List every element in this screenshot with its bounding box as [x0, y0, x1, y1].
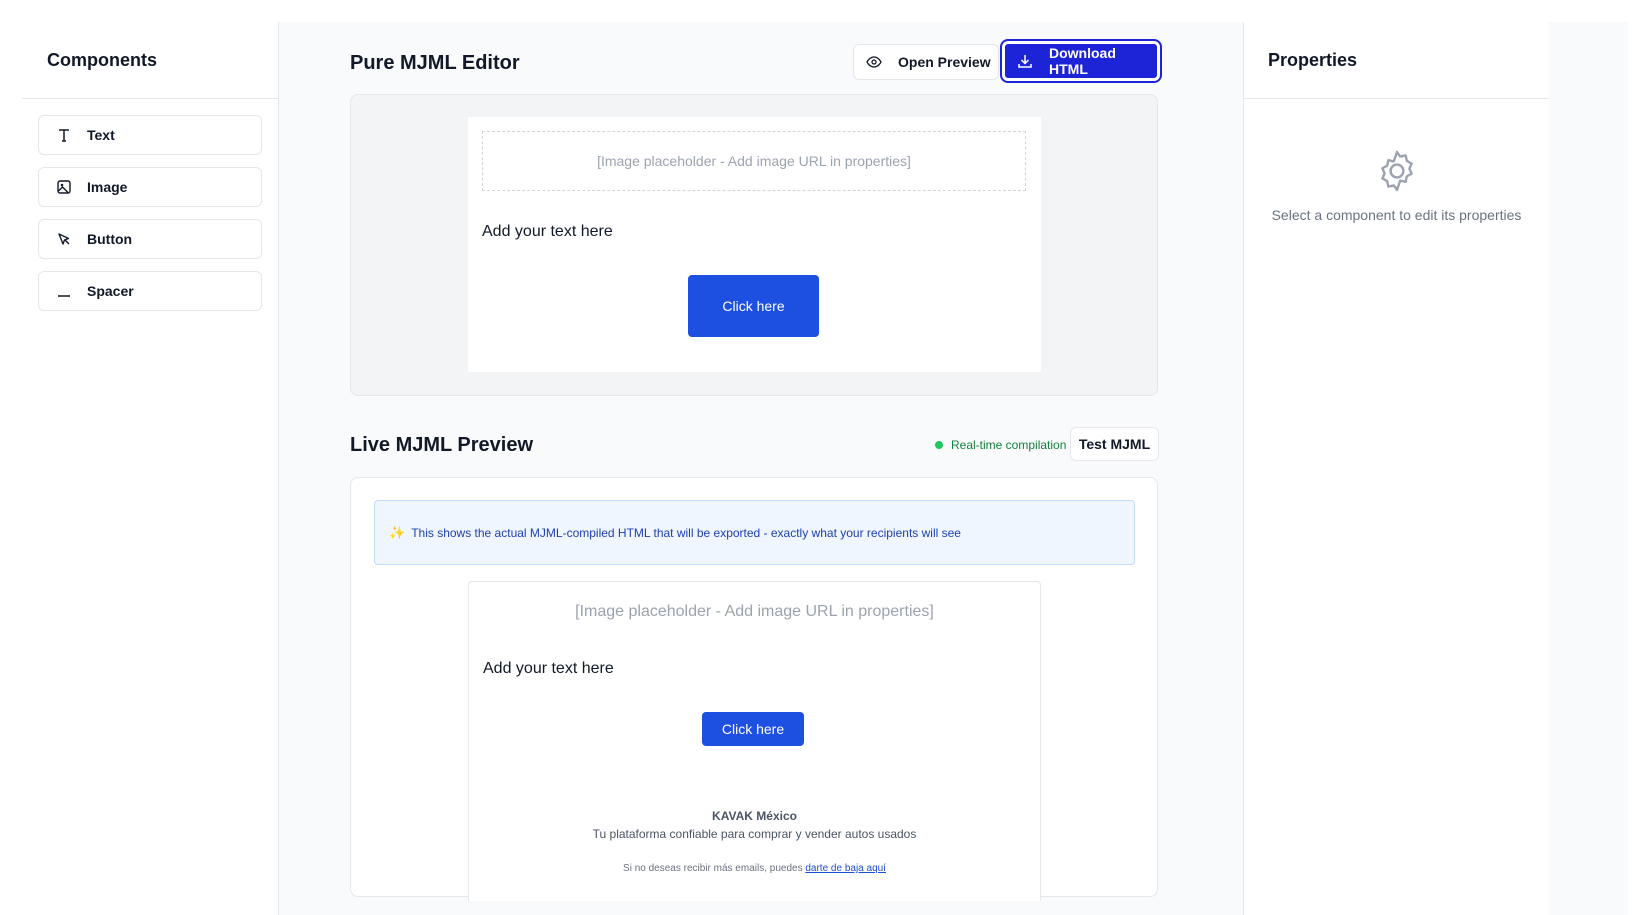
open-preview-button[interactable]: Open Preview — [853, 44, 999, 80]
download-html-label: Download HTML — [1049, 45, 1116, 77]
download-html-button[interactable]: Download HTML — [1000, 39, 1162, 83]
spacer-icon — [55, 282, 73, 300]
properties-empty-state: Select a component to edit its propertie… — [1244, 99, 1549, 223]
live-text-block: Add your text here — [483, 660, 614, 677]
status-text: Real-time compilation — [951, 438, 1067, 452]
component-button[interactable]: Button — [38, 219, 262, 259]
live-preview-card: ✨ This shows the actual MJML-compiled HT… — [350, 477, 1158, 901]
text-icon — [55, 126, 73, 144]
component-spacer-label: Spacer — [87, 283, 134, 299]
unsubscribe-link[interactable]: darte de baja aquí — [805, 863, 886, 874]
properties-title: Properties — [1244, 22, 1549, 99]
sparkles-icon: ✨ — [389, 524, 406, 540]
footer-tagline: Tu plataforma confiable para comprar y v… — [592, 827, 917, 841]
live-preview-title: Live MJML Preview — [350, 434, 534, 456]
editor-click-button[interactable]: Click here — [688, 275, 819, 337]
main-area: Pure MJML Editor Open Preview Download H… — [279, 22, 1308, 915]
cursor-icon — [55, 230, 73, 248]
compilation-status: Real-time compilation — [935, 438, 1066, 452]
editor-email-body: [Image placeholder - Add image URL in pr… — [468, 117, 1041, 372]
status-dot-icon — [935, 441, 943, 449]
properties-panel: Properties Select a component to edit it… — [1243, 22, 1549, 915]
components-sidebar: Components Text Image Button Spacer — [22, 22, 279, 915]
component-image[interactable]: Image — [38, 167, 262, 207]
footer-unsubscribe: Si no deseas recibir más emails, puedes … — [469, 863, 1040, 874]
editor-canvas: [Image placeholder - Add image URL in pr… — [350, 94, 1158, 396]
info-notice: ✨ This shows the actual MJML-compiled HT… — [374, 500, 1135, 565]
editor-title: Pure MJML Editor — [350, 52, 520, 74]
image-placeholder[interactable]: [Image placeholder - Add image URL in pr… — [482, 131, 1026, 191]
components-list: Text Image Button Spacer — [22, 99, 278, 339]
components-title: Components — [22, 22, 278, 99]
download-icon — [1017, 53, 1033, 69]
unsub-prefix: Si no deseas recibir más emails, puedes — [623, 863, 803, 874]
component-text-label: Text — [87, 127, 115, 143]
editor-text-block[interactable]: Add your text here — [482, 223, 613, 241]
gear-icon — [1373, 147, 1421, 195]
live-email-body: [Image placeholder - Add image URL in pr… — [468, 581, 1041, 901]
test-mjml-button[interactable]: Test MJML — [1070, 427, 1159, 461]
eye-icon — [866, 54, 882, 70]
component-button-label: Button — [87, 231, 133, 247]
live-click-button[interactable]: Click here — [702, 712, 804, 746]
component-text[interactable]: Text — [38, 115, 262, 155]
image-icon — [55, 178, 73, 196]
notice-text: This shows the actual MJML-compiled HTML… — [411, 525, 961, 540]
open-preview-label: Open Preview — [898, 54, 991, 70]
properties-empty-text: Select a component to edit its propertie… — [1271, 207, 1522, 223]
footer-brand: KAVAK México — [712, 809, 797, 823]
live-image-placeholder: [Image placeholder - Add image URL in pr… — [575, 603, 934, 620]
component-spacer[interactable]: Spacer — [38, 271, 262, 311]
component-image-label: Image — [87, 179, 128, 195]
